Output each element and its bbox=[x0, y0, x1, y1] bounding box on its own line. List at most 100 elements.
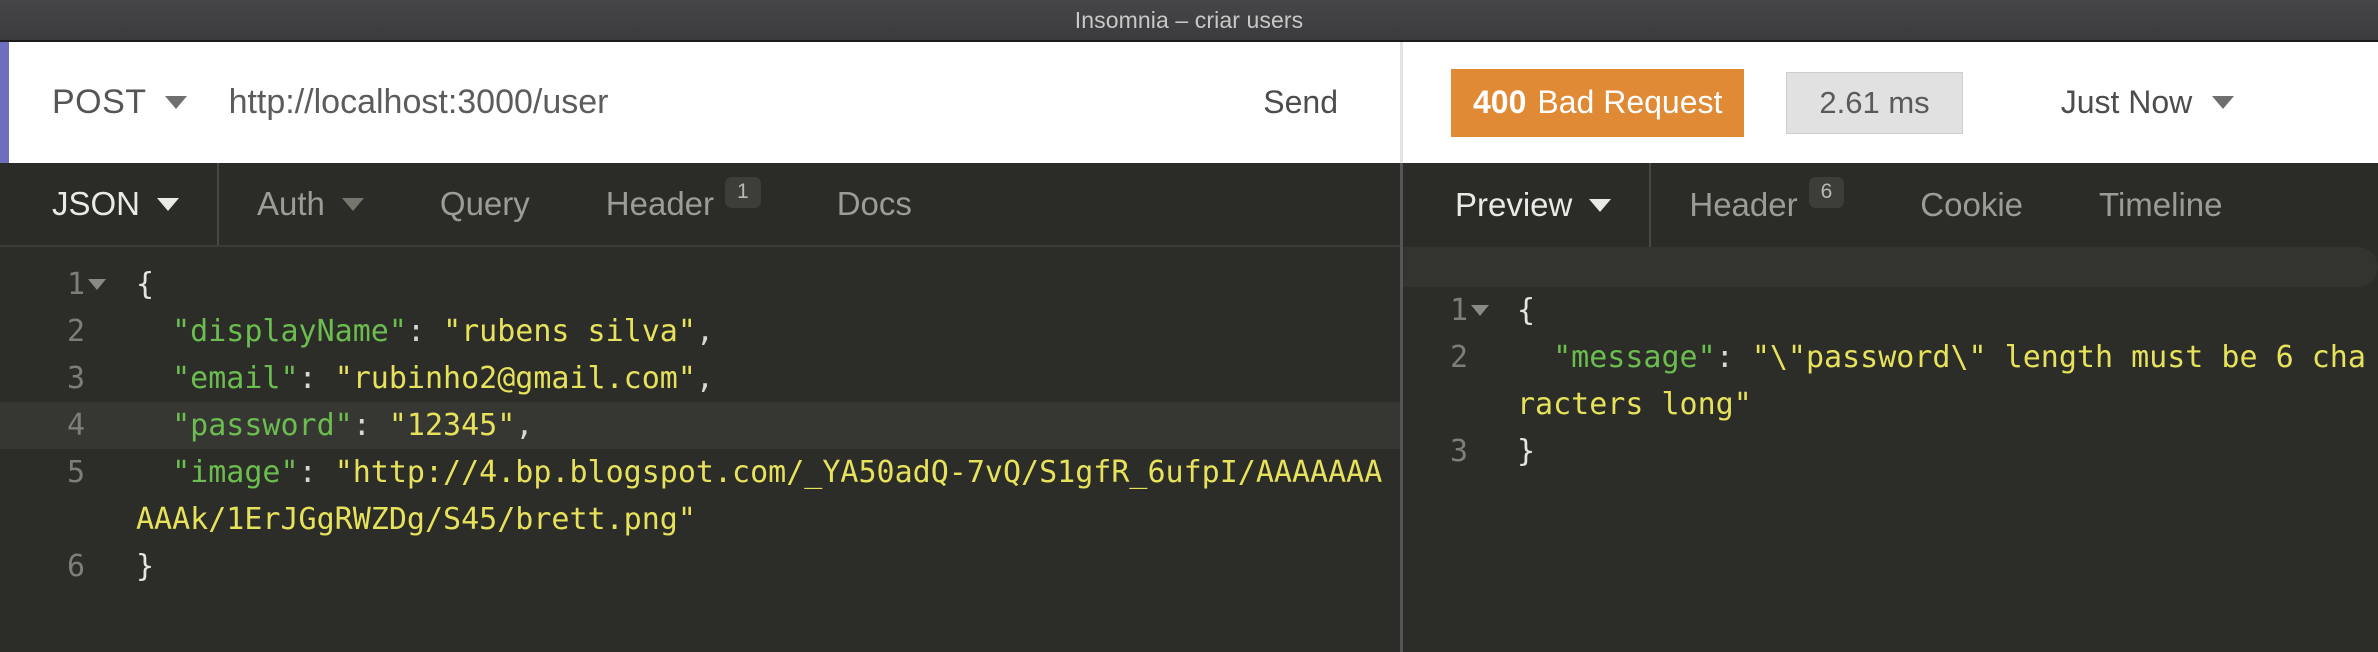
response-pane: Preview Header 6 Cookie Timeline 1{2 "messag… bbox=[1403, 163, 2378, 652]
workspace-accent-bar bbox=[0, 42, 9, 163]
line-number: 1 bbox=[0, 261, 112, 308]
fold-toggle-icon[interactable] bbox=[1471, 305, 1489, 316]
http-method-dropdown[interactable]: POST bbox=[0, 83, 187, 122]
token-brace: } bbox=[1517, 434, 1536, 469]
http-method-label: POST bbox=[52, 83, 147, 121]
request-pane: JSON Auth Query Header 1 Docs 1{2 "displayNam… bbox=[0, 163, 1403, 652]
token-key: "displayName" bbox=[172, 314, 407, 349]
code-line: 3} bbox=[1403, 428, 2378, 475]
chevron-down-icon bbox=[164, 96, 187, 109]
tab-query[interactable]: Query bbox=[402, 163, 568, 245]
tab-preview-response[interactable]: Preview bbox=[1403, 163, 1652, 247]
tab-docs[interactable]: Docs bbox=[799, 163, 950, 245]
chevron-down-icon bbox=[341, 197, 364, 211]
url-input[interactable]: http://localhost:3000/user bbox=[229, 83, 1234, 122]
status-code: 400 bbox=[1473, 84, 1527, 120]
tab-label: Timeline bbox=[2099, 186, 2223, 223]
response-meta-section: 400 Bad Request 2.61 ms Just Now bbox=[1403, 42, 2378, 163]
line-number: 4 bbox=[66, 408, 85, 443]
code-line: 1{ bbox=[1403, 287, 2378, 334]
tab-label: Header bbox=[1689, 186, 1798, 223]
token-punc: : bbox=[406, 314, 444, 349]
code-text: { bbox=[112, 261, 1400, 308]
token-punc bbox=[136, 361, 172, 396]
token-punc: , bbox=[695, 314, 714, 349]
token-punc: , bbox=[695, 361, 714, 396]
token-brace: } bbox=[136, 549, 155, 584]
line-number: 2 bbox=[66, 314, 85, 349]
response-filter-bar[interactable] bbox=[1403, 247, 2378, 287]
line-number: 6 bbox=[66, 549, 85, 584]
code-line: 2 "displayName": "rubens silva", bbox=[0, 308, 1400, 355]
tab-label: Query bbox=[439, 185, 530, 222]
line-number: 3 bbox=[66, 361, 85, 396]
tab-label: Docs bbox=[836, 185, 912, 222]
response-code-area: 1{2 "message": "\"password\" length must… bbox=[1403, 287, 2378, 475]
insomnia-window: Insomnia – criar users POST http://local… bbox=[0, 0, 2378, 652]
line-number: 3 bbox=[1449, 434, 1468, 469]
tab-label: Auth bbox=[257, 185, 325, 222]
status-text: Bad Request bbox=[1537, 84, 1723, 120]
send-button[interactable]: Send bbox=[1233, 84, 1400, 121]
chevron-down-icon bbox=[2212, 96, 2235, 109]
code-text: "password": "12345", bbox=[112, 402, 1400, 449]
code-line: 4 "password": "12345", bbox=[0, 402, 1400, 449]
tab-timeline-response[interactable]: Timeline bbox=[2061, 163, 2260, 247]
request-body-editor[interactable]: 1{2 "displayName": "rubens silva", 3 "ema… bbox=[0, 247, 1400, 652]
response-history-dropdown[interactable]: Just Now bbox=[2061, 84, 2235, 121]
tab-json[interactable]: JSON bbox=[0, 163, 220, 245]
token-key: "image" bbox=[172, 455, 299, 490]
tab-label: JSON bbox=[52, 185, 141, 222]
response-timestamp-label: Just Now bbox=[2060, 84, 2193, 120]
panes-container: JSON Auth Query Header 1 Docs 1{2 "displayNam… bbox=[0, 163, 2378, 652]
token-brace: { bbox=[1517, 293, 1536, 328]
code-text: "message": "\"password\" length must be … bbox=[1495, 334, 2378, 428]
code-text: } bbox=[1495, 428, 2378, 475]
line-number: 2 bbox=[1449, 340, 1468, 375]
code-line: 3 "email": "rubinho2@gmail.com", bbox=[0, 355, 1400, 402]
response-body-viewer[interactable]: 1{2 "message": "\"password\" length must… bbox=[1403, 247, 2378, 652]
token-key: "email" bbox=[172, 361, 299, 396]
token-str: "rubinho2@gmail.com" bbox=[334, 361, 696, 396]
token-punc: , bbox=[515, 408, 534, 443]
token-brace: { bbox=[136, 267, 155, 302]
line-number: 5 bbox=[66, 455, 85, 490]
request-url-section: POST http://localhost:3000/user Send bbox=[0, 42, 1403, 163]
token-key: "password" bbox=[172, 408, 353, 443]
token-str: "rubens silva" bbox=[443, 314, 696, 349]
response-tab-bar: Preview Header 6 Cookie Timeline bbox=[1403, 163, 2378, 247]
token-punc bbox=[136, 455, 172, 490]
token-punc: : bbox=[1715, 340, 1752, 375]
code-text: { bbox=[1495, 287, 2378, 334]
tab-label: Header bbox=[605, 185, 715, 222]
tab-header-response[interactable]: Header 6 bbox=[1651, 163, 1882, 247]
code-line: 6} bbox=[0, 543, 1400, 590]
chevron-down-icon bbox=[1589, 198, 1612, 212]
tab-cookie-response[interactable]: Cookie bbox=[1882, 163, 2061, 247]
code-text: } bbox=[112, 543, 1400, 590]
chevron-down-icon bbox=[157, 197, 180, 211]
token-punc bbox=[136, 408, 172, 443]
token-punc bbox=[136, 314, 172, 349]
token-punc: : bbox=[352, 408, 389, 443]
title-bar: Insomnia – criar users bbox=[0, 0, 2378, 42]
tab-auth[interactable]: Auth bbox=[219, 163, 402, 245]
window-title: Insomnia – criar users bbox=[1074, 6, 1304, 33]
fold-toggle-icon[interactable] bbox=[88, 279, 106, 290]
tab-label: Preview bbox=[1455, 186, 1573, 223]
request-tab-bar: JSON Auth Query Header 1 Docs bbox=[0, 163, 1400, 247]
request-bar: POST http://localhost:3000/user Send 400… bbox=[0, 42, 2378, 163]
code-text: "email": "rubinho2@gmail.com", bbox=[112, 355, 1400, 402]
code-line: 1{ bbox=[0, 261, 1400, 308]
code-text: "displayName": "rubens silva", bbox=[112, 308, 1400, 355]
code-line: 5 "image": "http://4.bp.blogspot.com/_YA… bbox=[0, 449, 1400, 543]
tab-label: Cookie bbox=[1920, 186, 2024, 223]
token-punc: : bbox=[298, 361, 335, 396]
tab-header[interactable]: Header 1 bbox=[568, 163, 799, 245]
status-badge[interactable]: 400 Bad Request bbox=[1451, 68, 1745, 137]
token-str: "12345" bbox=[388, 408, 516, 443]
token-punc: : bbox=[298, 455, 335, 490]
tab-count-badge: 1 bbox=[725, 177, 761, 208]
elapsed-time-badge[interactable]: 2.61 ms bbox=[1786, 71, 1963, 134]
line-number: 1 bbox=[1403, 287, 1495, 334]
